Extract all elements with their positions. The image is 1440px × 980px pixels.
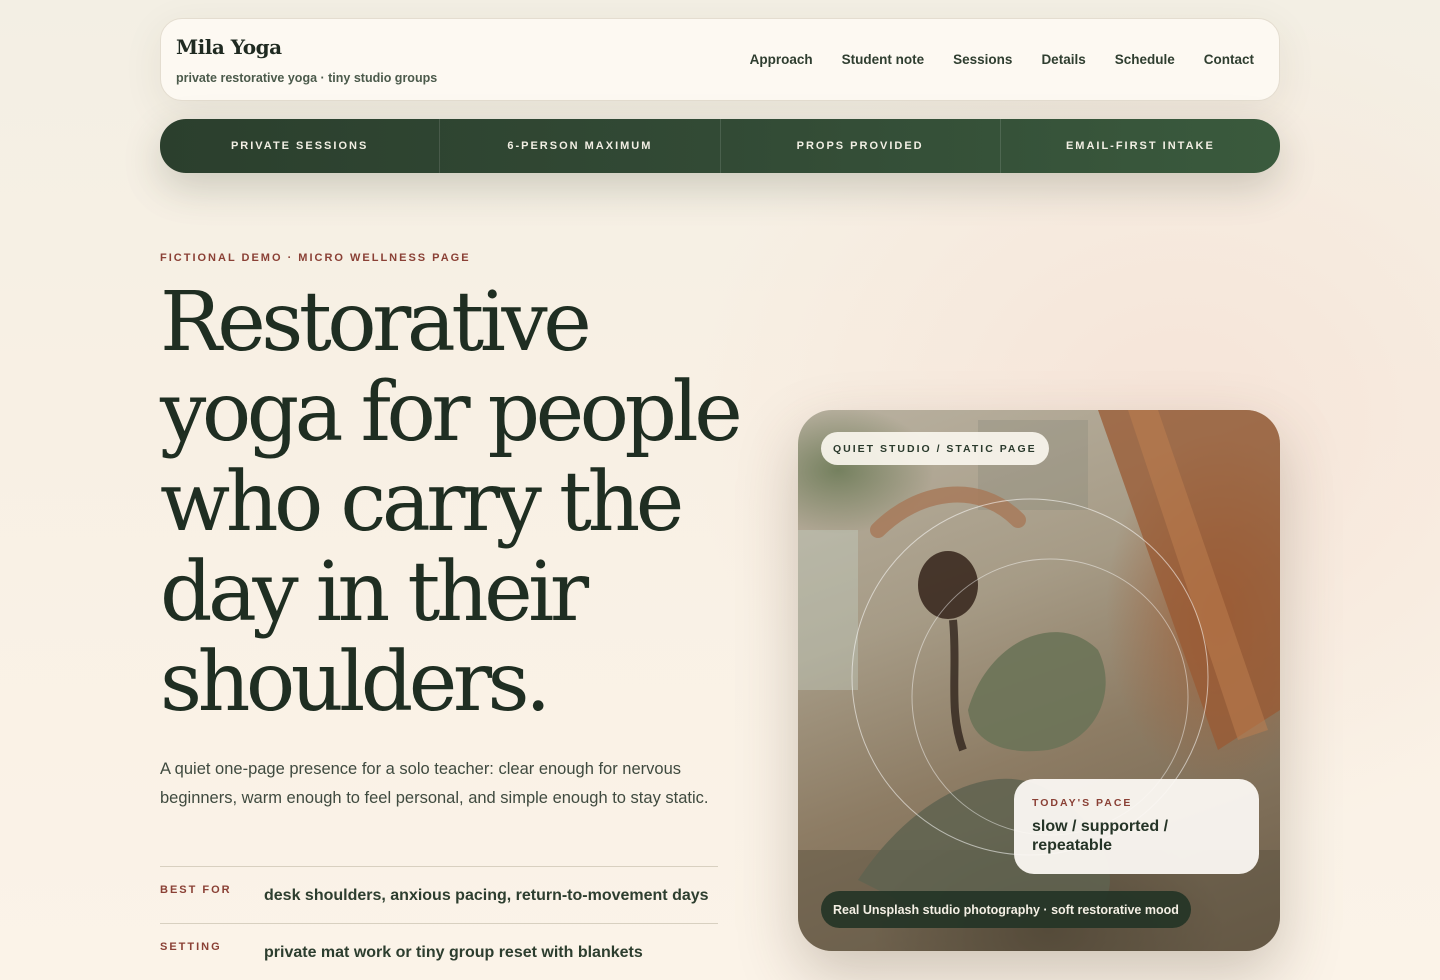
brand[interactable]: Mila Yoga private restorative yoga · tin… bbox=[176, 35, 437, 85]
nav-approach[interactable]: Approach bbox=[750, 52, 813, 67]
hero-lede: A quiet one-page presence for a solo tea… bbox=[160, 760, 709, 807]
pace-value: slow / supported / repeatable bbox=[1032, 818, 1169, 854]
main-nav: Approach Student note Sessions Details S… bbox=[721, 52, 1254, 67]
photo-caption: Real Unsplash studio photography · soft … bbox=[821, 891, 1191, 928]
nav-schedule[interactable]: Schedule bbox=[1115, 52, 1175, 67]
pace-label: TODAY'S PACE bbox=[1032, 797, 1133, 809]
hero-eyebrow: FICTIONAL DEMO · MICRO WELLNESS PAGE bbox=[160, 252, 471, 264]
highlight-group-size: 6-PERSON MAXIMUM bbox=[440, 119, 721, 173]
pace-card: TODAY'S PACE slow / supported / repeatab… bbox=[1014, 779, 1259, 874]
nav-sessions[interactable]: Sessions bbox=[953, 52, 1012, 67]
fact-label: BEST FOR bbox=[160, 884, 232, 896]
hero-headline: Restorative yoga for people who carry th… bbox=[160, 275, 743, 730]
site-header: Mila Yoga private restorative yoga · tin… bbox=[160, 18, 1280, 101]
photo-tag: QUIET STUDIO / STATIC PAGE bbox=[821, 432, 1049, 465]
fact-value: desk shoulders, anxious pacing, return-t… bbox=[264, 887, 709, 904]
nav-details[interactable]: Details bbox=[1041, 52, 1085, 67]
highlight-intake: EMAIL-FIRST INTAKE bbox=[1065, 140, 1215, 152]
brand-name[interactable]: Mila Yoga bbox=[176, 35, 437, 59]
fact-row-best-for: BEST FOR desk shoulders, anxious pacing,… bbox=[160, 866, 718, 923]
facts-list: BEST FOR desk shoulders, anxious pacing,… bbox=[160, 866, 718, 980]
hero-photo: QUIET STUDIO / STATIC PAGE TODAY'S PACE … bbox=[798, 410, 1280, 951]
highlight-private-sessions: PRIVATE SESSIONS bbox=[160, 119, 441, 173]
brand-tagline: private restorative yoga · tiny studio g… bbox=[176, 71, 438, 85]
nav-student-note[interactable]: Student note bbox=[842, 52, 925, 67]
nav-contact[interactable]: Contact bbox=[1204, 52, 1254, 67]
highlight-props: PROPS PROVIDED bbox=[721, 119, 1001, 173]
fact-value: private mat work or tiny group reset wit… bbox=[264, 944, 643, 961]
highlights-bar: PRIVATE SESSIONS 6-PERSON MAXIMUM PROPS … bbox=[160, 119, 1280, 173]
fact-label: SETTING bbox=[160, 941, 222, 953]
fact-row-setting: SETTING private mat work or tiny group r… bbox=[160, 923, 718, 980]
